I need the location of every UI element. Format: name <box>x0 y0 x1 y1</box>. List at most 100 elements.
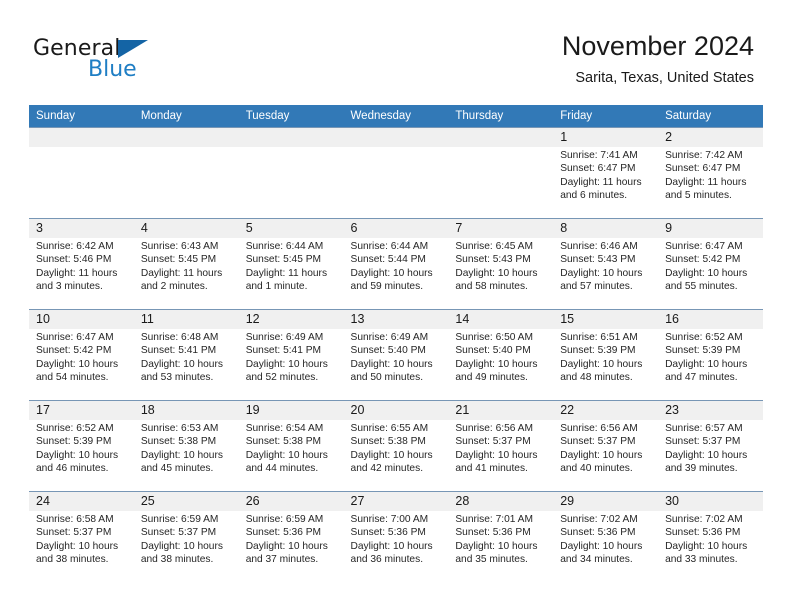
calendar-day-cell[interactable]: 17 Sunrise: 6:52 AM Sunset: 5:39 PM Dayligh… <box>29 400 134 492</box>
daylight-text-line2: and 53 minutes. <box>140 372 214 384</box>
calendar-day-cell[interactable]: 28 Sunrise: 7:01 AM Sunset: 5:36 PM Dayligh… <box>448 491 554 582</box>
daylight-text-line1: Daylight: 10 hours <box>350 267 433 279</box>
calendar-cell-inner: 10 Sunrise: 6:47 AM Sunset: 5:42 PM Dayligh… <box>29 310 134 400</box>
calendar-week-row: 24 Sunrise: 6:58 AM Sunset: 5:37 PM Dayligh… <box>29 491 763 582</box>
sunrise-text: Sunrise: 6:47 AM <box>36 332 114 343</box>
day-details: Sunrise: 7:01 AM Sunset: 5:36 PM Daylight:… <box>448 511 553 567</box>
calendar-cell-inner: 18 Sunrise: 6:53 AM Sunset: 5:38 PM Dayligh… <box>133 401 239 491</box>
sunrise-text: Sunrise: 6:45 AM <box>455 241 533 252</box>
calendar-day-cell[interactable]: 21 Sunrise: 6:56 AM Sunset: 5:37 PM Dayligh… <box>448 400 554 492</box>
sunset-text: Sunset: 5:40 PM <box>455 345 531 357</box>
calendar-cell-inner: 28 Sunrise: 7:01 AM Sunset: 5:36 PM Dayligh… <box>448 492 554 582</box>
daylight-text-line1: Daylight: 10 hours <box>560 267 643 279</box>
day-number: 23 <box>658 401 763 420</box>
day-details: Sunrise: 6:57 AM Sunset: 5:37 PM Daylight:… <box>658 420 763 476</box>
daylight-text-line2: and 5 minutes. <box>665 190 732 202</box>
day-details: Sunrise: 7:02 AM Sunset: 5:36 PM Daylight:… <box>658 511 763 567</box>
day-details: Sunrise: 6:49 AM Sunset: 5:41 PM Daylight:… <box>239 329 344 385</box>
calendar-day-cell[interactable]: 20 Sunrise: 6:55 AM Sunset: 5:38 PM Dayligh… <box>343 400 449 492</box>
sunset-text: Sunset: 5:39 PM <box>36 436 112 448</box>
sunset-text: Sunset: 5:37 PM <box>140 527 217 539</box>
daylight-text-line1: Daylight: 10 hours <box>245 540 328 552</box>
daylight-text-line1: Daylight: 10 hours <box>665 358 748 370</box>
day-details: Sunrise: 7:02 AM Sunset: 5:36 PM Daylight:… <box>553 511 658 567</box>
calendar-cell-inner: 5 Sunrise: 6:44 AM Sunset: 5:45 PM Daylight… <box>238 219 344 309</box>
calendar-day-cell[interactable]: 4 Sunrise: 6:43 AM Sunset: 5:45 PM Daylight… <box>133 218 239 310</box>
calendar-cell-empty <box>343 127 449 219</box>
day-number: 8 <box>553 219 659 238</box>
day-number: 6 <box>343 219 449 238</box>
day-number: 15 <box>553 310 659 329</box>
calendar-cell-inner: 23 Sunrise: 6:57 AM Sunset: 5:37 PM Dayligh… <box>658 401 763 491</box>
calendar-cell-inner: 27 Sunrise: 7:00 AM Sunset: 5:36 PM Dayligh… <box>343 492 449 582</box>
sunrise-text: Sunrise: 7:00 AM <box>350 514 429 525</box>
daylight-text-line2: and 52 minutes. <box>245 372 319 384</box>
sunset-text: Sunset: 5:43 PM <box>455 254 531 266</box>
sunrise-text: Sunrise: 6:59 AM <box>140 514 219 525</box>
daylight-text-line1: Daylight: 10 hours <box>350 358 433 370</box>
calendar-day-cell[interactable]: 7 Sunrise: 6:45 AM Sunset: 5:43 PM Daylight… <box>448 218 554 310</box>
day-number <box>448 128 554 147</box>
sunrise-text: Sunrise: 7:02 AM <box>665 514 743 525</box>
daylight-text-line2: and 42 minutes. <box>350 463 424 475</box>
sunset-text: Sunset: 5:41 PM <box>245 345 322 357</box>
calendar-day-cell[interactable]: 11 Sunrise: 6:48 AM Sunset: 5:41 PM Dayligh… <box>133 309 239 401</box>
calendar-day-cell[interactable]: 23 Sunrise: 6:57 AM Sunset: 5:37 PM Dayligh… <box>658 400 763 492</box>
calendar-cell-inner <box>343 128 449 218</box>
calendar-day-cell[interactable]: 25 Sunrise: 6:59 AM Sunset: 5:37 PM Dayligh… <box>133 491 239 582</box>
daylight-text-line1: Daylight: 11 hours <box>245 267 328 279</box>
calendar-day-cell[interactable]: 27 Sunrise: 7:00 AM Sunset: 5:36 PM Dayligh… <box>343 491 449 582</box>
sunset-text: Sunset: 5:36 PM <box>350 527 426 539</box>
calendar-day-cell[interactable]: 29 Sunrise: 7:02 AM Sunset: 5:36 PM Dayligh… <box>553 491 659 582</box>
calendar-week-row: 1 Sunrise: 7:41 AM Sunset: 6:47 PM Daylight… <box>29 127 763 219</box>
calendar-day-cell[interactable]: 8 Sunrise: 6:46 AM Sunset: 5:43 PM Daylight… <box>553 218 659 310</box>
sunrise-text: Sunrise: 6:44 AM <box>245 241 324 252</box>
sunrise-text: Sunrise: 6:42 AM <box>36 241 114 252</box>
calendar-cell-inner: 19 Sunrise: 6:54 AM Sunset: 5:38 PM Dayligh… <box>238 401 344 491</box>
calendar-day-cell[interactable]: 24 Sunrise: 6:58 AM Sunset: 5:37 PM Dayligh… <box>29 491 134 582</box>
day-number: 20 <box>343 401 449 420</box>
calendar-cell-inner: 14 Sunrise: 6:50 AM Sunset: 5:40 PM Dayligh… <box>448 310 554 400</box>
calendar-day-cell[interactable]: 3 Sunrise: 6:42 AM Sunset: 5:46 PM Daylight… <box>29 218 134 310</box>
calendar-day-cell[interactable]: 19 Sunrise: 6:54 AM Sunset: 5:38 PM Dayligh… <box>238 400 344 492</box>
daylight-text-line2: and 47 minutes. <box>665 372 738 384</box>
sunrise-text: Sunrise: 6:46 AM <box>560 241 638 252</box>
calendar-cell-inner: 2 Sunrise: 7:42 AM Sunset: 6:47 PM Daylight… <box>658 128 763 218</box>
daylight-text-line2: and 49 minutes. <box>455 372 528 384</box>
daylight-text-line2: and 1 minute. <box>245 281 308 293</box>
sunset-text: Sunset: 5:37 PM <box>560 436 636 448</box>
calendar-day-cell[interactable]: 1 Sunrise: 7:41 AM Sunset: 6:47 PM Daylight… <box>553 127 659 219</box>
calendar-day-cell[interactable]: 26 Sunrise: 6:59 AM Sunset: 5:36 PM Dayligh… <box>238 491 344 582</box>
calendar-day-cell[interactable]: 18 Sunrise: 6:53 AM Sunset: 5:38 PM Dayligh… <box>133 400 239 492</box>
calendar-day-cell[interactable]: 10 Sunrise: 6:47 AM Sunset: 5:42 PM Dayligh… <box>29 309 134 401</box>
calendar-cell-inner: 16 Sunrise: 6:52 AM Sunset: 5:39 PM Dayligh… <box>658 310 763 400</box>
sunset-text: Sunset: 6:47 PM <box>665 163 741 175</box>
daylight-text-line1: Daylight: 10 hours <box>665 540 748 552</box>
calendar-cell-inner: 3 Sunrise: 6:42 AM Sunset: 5:46 PM Daylight… <box>29 219 134 309</box>
daylight-text-line2: and 45 minutes. <box>140 463 214 475</box>
calendar-day-cell[interactable]: 15 Sunrise: 6:51 AM Sunset: 5:39 PM Dayligh… <box>553 309 659 401</box>
sunrise-text: Sunrise: 6:51 AM <box>560 332 638 343</box>
day-number <box>238 128 344 147</box>
calendar-cell-inner: 15 Sunrise: 6:51 AM Sunset: 5:39 PM Dayligh… <box>553 310 659 400</box>
day-number: 4 <box>133 219 239 238</box>
calendar-day-cell[interactable]: 12 Sunrise: 6:49 AM Sunset: 5:41 PM Dayligh… <box>238 309 344 401</box>
calendar-cell-empty <box>238 127 344 219</box>
calendar-day-cell[interactable]: 6 Sunrise: 6:44 AM Sunset: 5:44 PM Daylight… <box>343 218 449 310</box>
calendar-day-cell[interactable]: 9 Sunrise: 6:47 AM Sunset: 5:42 PM Daylight… <box>658 218 763 310</box>
weekday-header-wednesday: Wednesday <box>343 105 449 128</box>
brand-logo[interactable]: General Blue <box>33 37 263 89</box>
calendar-day-cell[interactable]: 5 Sunrise: 6:44 AM Sunset: 5:45 PM Daylight… <box>238 218 344 310</box>
day-details: Sunrise: 6:42 AM Sunset: 5:46 PM Daylight:… <box>29 238 134 294</box>
calendar-day-cell[interactable]: 22 Sunrise: 6:56 AM Sunset: 5:37 PM Dayligh… <box>553 400 659 492</box>
calendar-day-cell[interactable]: 14 Sunrise: 6:50 AM Sunset: 5:40 PM Dayligh… <box>448 309 554 401</box>
calendar-day-cell[interactable]: 13 Sunrise: 6:49 AM Sunset: 5:40 PM Dayligh… <box>343 309 449 401</box>
daylight-text-line1: Daylight: 10 hours <box>36 449 119 461</box>
day-details: Sunrise: 6:44 AM Sunset: 5:44 PM Daylight:… <box>344 238 449 294</box>
weekday-header-saturday: Saturday <box>658 105 763 128</box>
calendar-day-cell[interactable]: 16 Sunrise: 6:52 AM Sunset: 5:39 PM Dayligh… <box>658 309 763 401</box>
calendar-day-cell[interactable]: 2 Sunrise: 7:42 AM Sunset: 6:47 PM Daylight… <box>658 127 763 219</box>
calendar-day-cell[interactable]: 30 Sunrise: 7:02 AM Sunset: 5:36 PM Dayligh… <box>658 491 763 582</box>
daylight-text-line1: Daylight: 10 hours <box>455 540 538 552</box>
day-number: 2 <box>658 128 763 147</box>
